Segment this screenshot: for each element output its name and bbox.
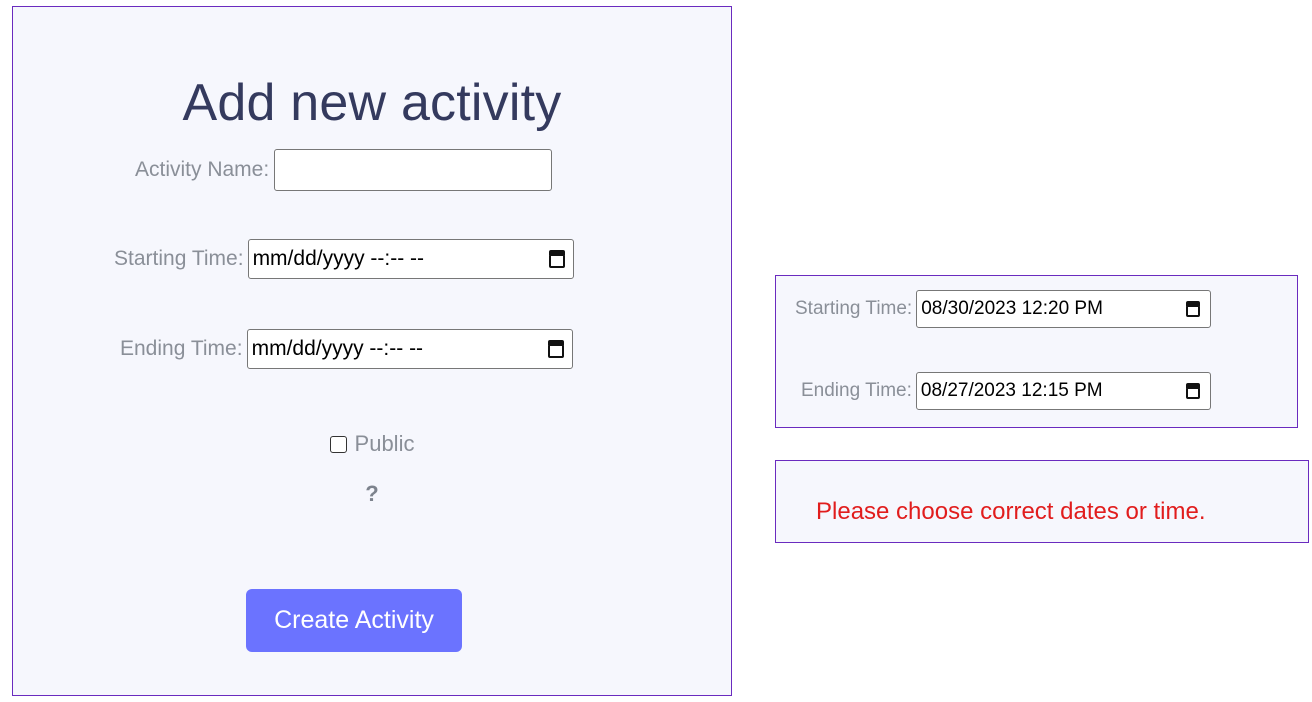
example-starting-time-label: Starting Time:: [795, 298, 913, 319]
calendar-icon[interactable]: [1185, 383, 1200, 399]
example-ending-time-value: 08/27/2023 12:15 PM: [920, 380, 1103, 401]
error-panel: Please choose correct dates or time.: [775, 460, 1309, 543]
activity-name-row: Activity Name:: [135, 149, 553, 191]
ending-time-input[interactable]: mm/dd/yyyy --:-- --: [246, 329, 573, 369]
example-starting-time-value: 08/30/2023 12:20 PM: [921, 298, 1103, 319]
activity-name-label: Activity Name:: [135, 158, 270, 181]
calendar-icon[interactable]: [1186, 301, 1201, 317]
ending-time-row: Ending Time: mm/dd/yyyy --:-- --: [120, 329, 573, 369]
calendar-icon[interactable]: [548, 250, 565, 268]
example-ending-time-label: Ending Time:: [801, 380, 912, 401]
page-title: Add new activity: [182, 74, 562, 132]
ending-time-label: Ending Time:: [120, 337, 243, 360]
starting-time-label: Starting Time:: [114, 247, 244, 270]
example-ending-time-row: Ending Time: 08/27/2023 12:15 PM: [801, 372, 1211, 410]
example-ending-time-input[interactable]: 08/27/2023 12:15 PM: [915, 372, 1211, 410]
activity-name-input[interactable]: [274, 149, 553, 191]
example-starting-time-input[interactable]: 08/30/2023 12:20 PM: [916, 290, 1212, 328]
starting-time-value: mm/dd/yyyy --:-- --: [252, 247, 425, 270]
create-activity-button[interactable]: Create Activity: [246, 589, 462, 652]
calendar-icon[interactable]: [547, 340, 564, 358]
starting-time-row: Starting Time: mm/dd/yyyy --:-- --: [114, 239, 574, 279]
public-label: Public: [354, 431, 415, 456]
example-starting-time-row: Starting Time: 08/30/2023 12:20 PM: [795, 290, 1212, 328]
starting-time-input[interactable]: mm/dd/yyyy --:-- --: [247, 239, 574, 279]
ending-time-value: mm/dd/yyyy --:-- --: [251, 337, 424, 360]
public-checkbox-row: Public: [13, 431, 731, 457]
public-checkbox[interactable]: [329, 435, 347, 453]
add-activity-panel: Add new activity Activity Name: Starting…: [12, 6, 732, 696]
example-dates-panel: Starting Time: 08/30/2023 12:20 PM Endin…: [775, 275, 1298, 428]
error-message: Please choose correct dates or time.: [816, 498, 1206, 525]
help-icon[interactable]: ?: [13, 481, 731, 507]
